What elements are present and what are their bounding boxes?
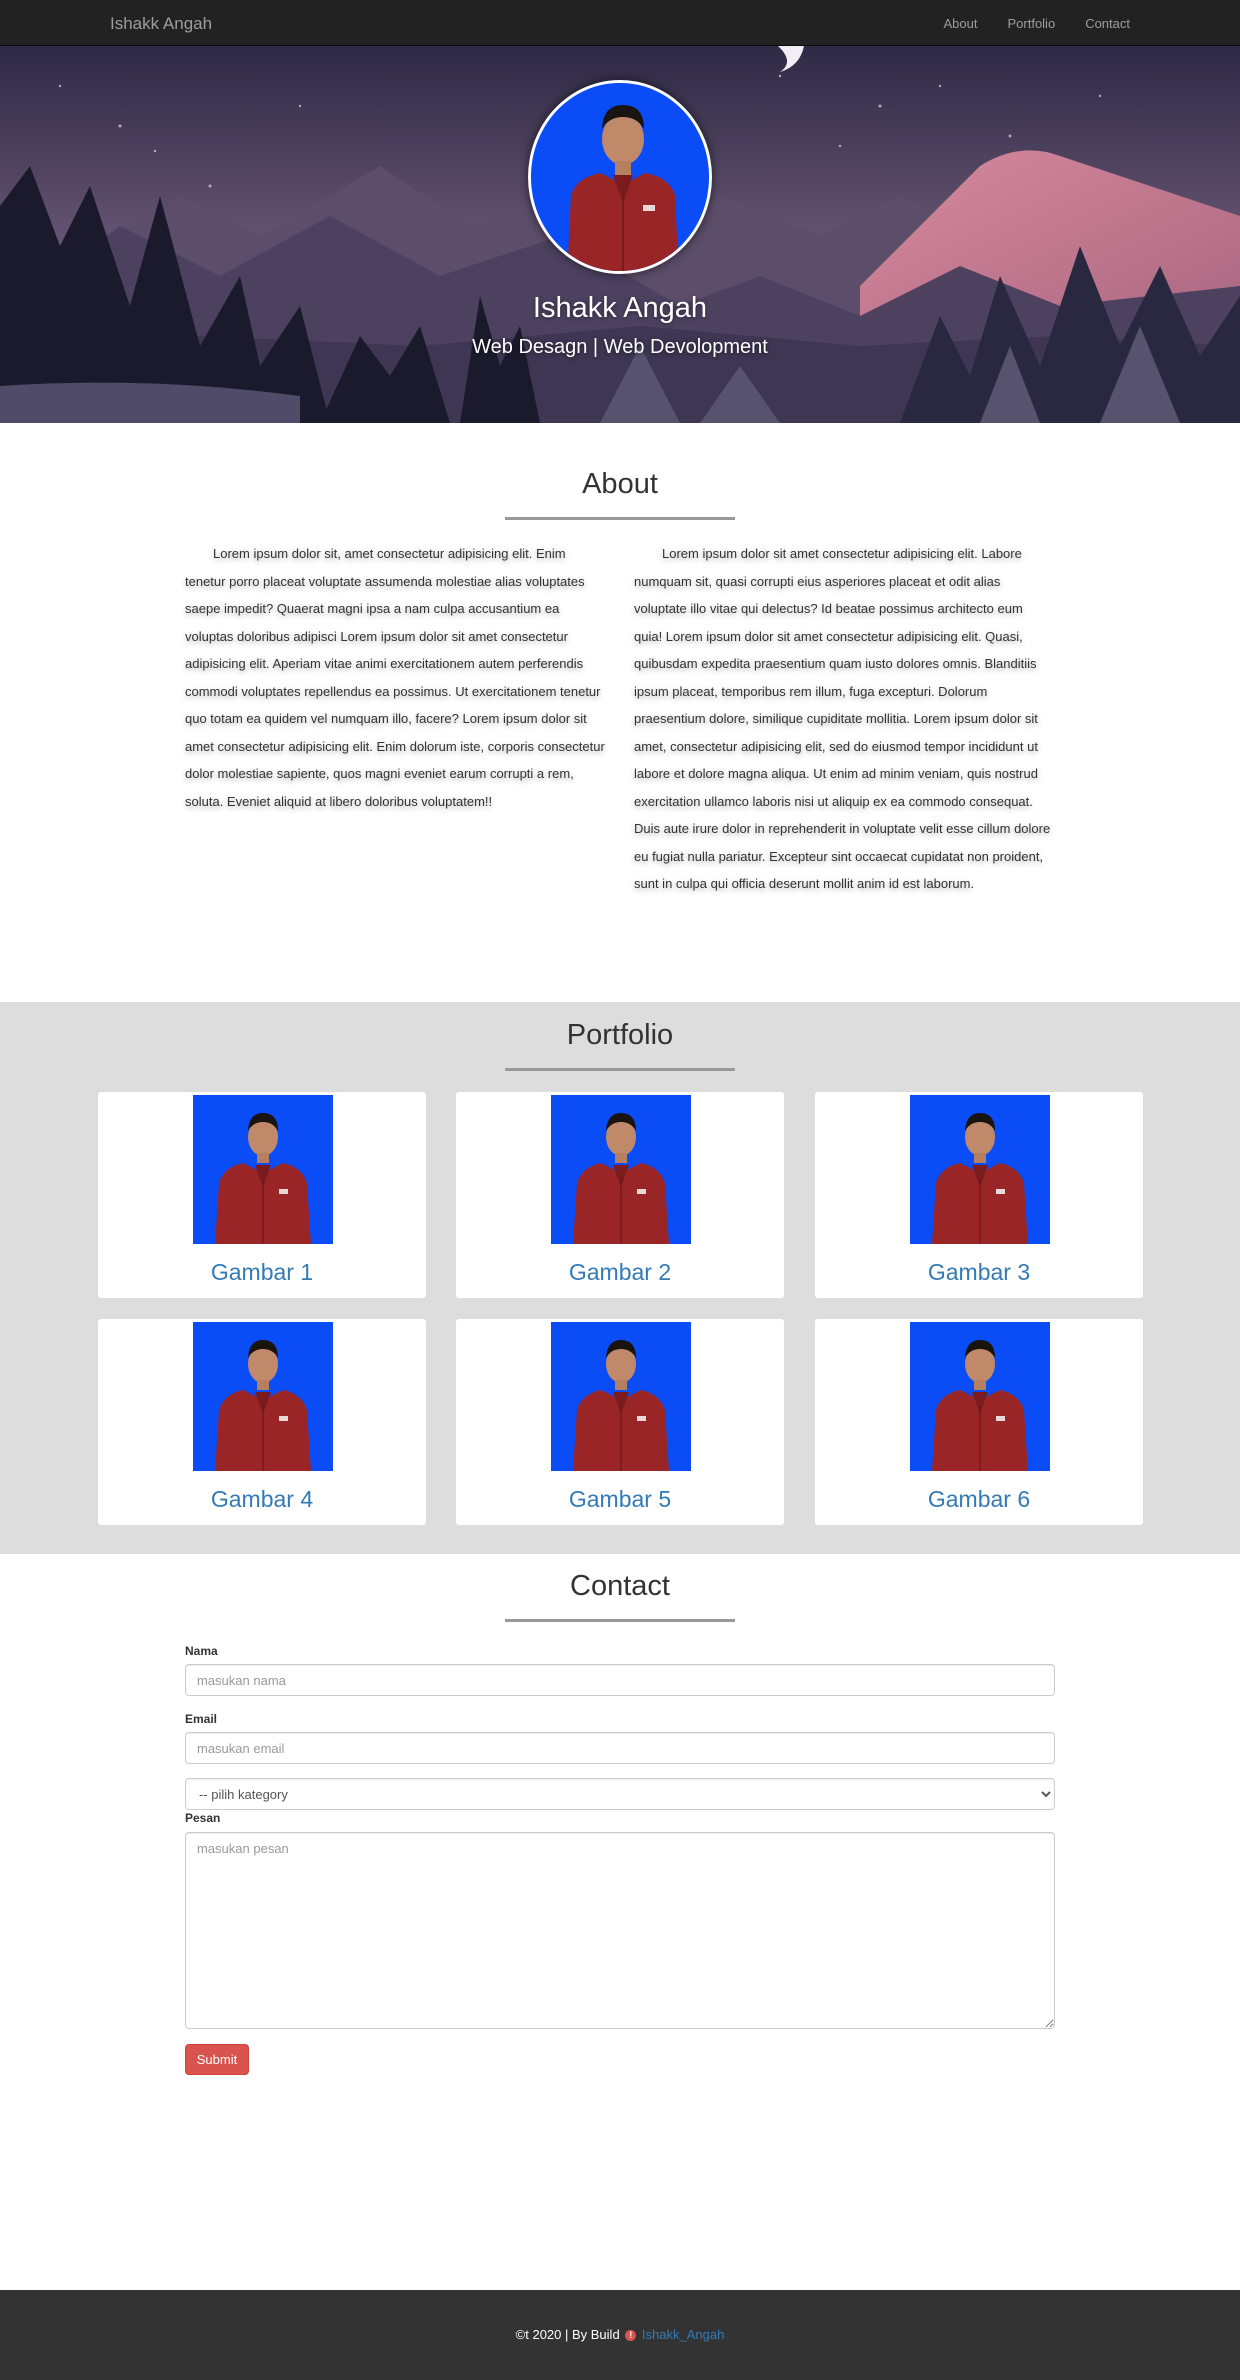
navbar: Ishakk Angah About Portfolio Contact: [0, 0, 1240, 46]
portfolio-caption[interactable]: Gambar 2: [456, 1259, 784, 1286]
portfolio-divider: [505, 1068, 735, 1071]
portfolio-image[interactable]: [910, 1095, 1050, 1244]
portfolio-caption[interactable]: Gambar 6: [815, 1486, 1143, 1513]
portfolio-card: Gambar 5: [455, 1318, 785, 1526]
nav-link-portfolio[interactable]: Portfolio: [1007, 16, 1055, 31]
brand-link[interactable]: Ishakk Angah: [110, 14, 212, 34]
footer-copyright: ©t 2020 | By Build: [515, 2327, 620, 2342]
portfolio-card: Gambar 4: [97, 1318, 427, 1526]
about-text-right: Lorem ipsum dolor sit amet consectetur a…: [634, 546, 1051, 891]
portfolio-image[interactable]: [551, 1322, 691, 1471]
message-textarea[interactable]: [185, 1832, 1055, 2029]
category-select[interactable]: -- pilih kategory: [185, 1778, 1055, 1810]
contact-divider: [505, 1619, 735, 1622]
hero-banner: Ishakk Angah Web Desagn | Web Devolopmen…: [0, 46, 1240, 423]
footer: ©t 2020 | By Build ! Ishakk_Angah: [0, 2290, 1240, 2380]
name-label: Nama: [185, 1644, 218, 1658]
about-divider: [505, 517, 735, 520]
message-label: Pesan: [185, 1811, 221, 1825]
hero-tagline: Web Desagn | Web Devolopment: [472, 336, 768, 358]
portfolio-image[interactable]: [193, 1095, 333, 1244]
submit-button[interactable]: Submit: [185, 2044, 249, 2075]
portfolio-caption[interactable]: Gambar 3: [815, 1259, 1143, 1286]
portfolio-card: Gambar 3: [814, 1091, 1144, 1299]
name-input[interactable]: [185, 1664, 1055, 1696]
nav-link-contact[interactable]: Contact: [1085, 16, 1130, 31]
portfolio-caption[interactable]: Gambar 1: [98, 1259, 426, 1286]
heart-icon: !: [625, 2330, 637, 2342]
footer-author-link[interactable]: Ishakk_Angah: [642, 2327, 724, 2342]
portfolio-caption[interactable]: Gambar 4: [98, 1486, 426, 1513]
email-label: Email: [185, 1712, 218, 1726]
portfolio-card: Gambar 6: [814, 1318, 1144, 1526]
portfolio-title: Portfolio: [566, 1019, 674, 1051]
portfolio-image[interactable]: [910, 1322, 1050, 1471]
about-title: About: [582, 468, 658, 500]
portfolio-image[interactable]: [551, 1095, 691, 1244]
portfolio-card: Gambar 2: [455, 1091, 785, 1299]
nav-links: About Portfolio Contact: [944, 0, 1131, 46]
portfolio-card: Gambar 1: [97, 1091, 427, 1299]
profile-avatar: [528, 80, 712, 274]
about-text-left: Lorem ipsum dolor sit, amet consectetur …: [185, 546, 605, 809]
person-photo: [531, 83, 709, 271]
nav-link-about[interactable]: About: [944, 16, 978, 31]
portfolio-caption[interactable]: Gambar 5: [456, 1486, 784, 1513]
email-input[interactable]: [185, 1732, 1055, 1764]
hero-name: Ishakk Angah: [532, 292, 708, 324]
portfolio-image[interactable]: [193, 1322, 333, 1471]
contact-title: Contact: [570, 1570, 670, 1602]
